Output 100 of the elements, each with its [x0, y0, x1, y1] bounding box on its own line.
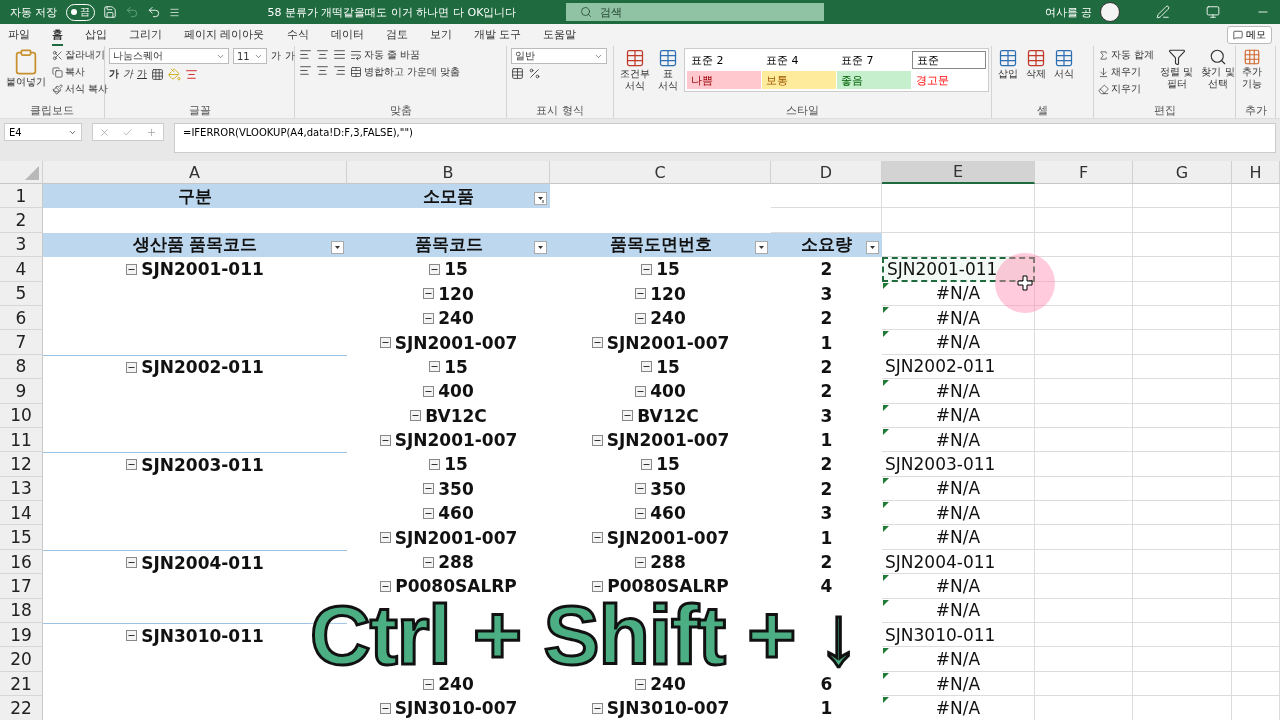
row-header[interactable]: 22: [0, 696, 43, 720]
row-header[interactable]: 5: [0, 281, 43, 306]
cell-style[interactable]: 표준: [912, 51, 986, 69]
collapse-icon[interactable]: [635, 288, 647, 300]
collapse-icon[interactable]: [423, 312, 435, 324]
dropdown-button[interactable]: [755, 241, 768, 255]
add-ins-button[interactable]: 추가 기능: [1240, 48, 1264, 90]
name-box[interactable]: E4: [4, 123, 82, 141]
dropdown-button[interactable]: [866, 241, 879, 255]
row-header[interactable]: 13: [0, 476, 43, 502]
collapse-icon[interactable]: [380, 580, 392, 592]
collapse-icon[interactable]: [429, 361, 441, 373]
collapse-icon[interactable]: [592, 580, 604, 592]
menu-tab[interactable]: 파일: [8, 24, 30, 46]
row-header[interactable]: 17: [0, 574, 43, 599]
align-middle-icon[interactable]: [316, 48, 329, 61]
memo-button[interactable]: 메모: [1227, 26, 1272, 44]
collapse-icon[interactable]: [410, 410, 422, 422]
insert-button[interactable]: 삽입: [996, 48, 1020, 80]
dropdown-button[interactable]: [331, 241, 344, 255]
row-header[interactable]: 8: [0, 354, 43, 380]
column-header[interactable]: A: [43, 161, 347, 184]
collapse-icon[interactable]: [423, 556, 435, 568]
dropdown-button[interactable]: [534, 241, 547, 255]
fill-color-icon[interactable]: [168, 67, 181, 81]
collapse-icon[interactable]: [126, 630, 138, 642]
row-header[interactable]: 1: [0, 184, 43, 209]
merge-center-button[interactable]: 병합하고 가운데 맞춤: [350, 65, 461, 79]
sort-filter-button[interactable]: 정렬 및 필터: [1158, 48, 1196, 90]
collapse-icon[interactable]: [423, 288, 435, 300]
row-header[interactable]: 21: [0, 671, 43, 697]
pen-icon[interactable]: [1156, 5, 1170, 19]
filter-button[interactable]: [534, 192, 547, 206]
undo-icon[interactable]: [146, 5, 161, 19]
underline-button[interactable]: 가: [137, 67, 147, 81]
column-header[interactable]: B: [347, 161, 550, 184]
collapse-icon[interactable]: [429, 263, 441, 275]
menu-tab[interactable]: 개발 도구: [473, 24, 521, 46]
format-as-table-button[interactable]: 표 서식: [656, 48, 680, 92]
row-header[interactable]: 6: [0, 305, 43, 331]
percent-icon[interactable]: [528, 67, 541, 80]
display-icon[interactable]: [1206, 5, 1220, 19]
collapse-icon[interactable]: [379, 434, 391, 446]
number-format-field[interactable]: 일반: [511, 48, 607, 64]
column-header[interactable]: D: [771, 161, 882, 184]
align-left-icon[interactable]: [299, 64, 312, 77]
shrink-font-button[interactable]: 가: [285, 49, 295, 63]
menu-tab[interactable]: 보기: [429, 24, 452, 46]
collapse-icon[interactable]: [423, 507, 435, 519]
collapse-icon[interactable]: [423, 483, 435, 495]
wrap-text-button[interactable]: 자동 줄 바꿈: [350, 48, 461, 62]
row-header[interactable]: 2: [0, 208, 43, 233]
row-header[interactable]: 20: [0, 647, 43, 672]
row-header[interactable]: 12: [0, 452, 43, 477]
format-button[interactable]: 서식: [1052, 48, 1076, 80]
menu-tab[interactable]: 페이지 레이아웃: [184, 24, 265, 46]
align-top-icon[interactable]: [299, 48, 312, 61]
collapse-icon[interactable]: [126, 263, 138, 275]
delete-button[interactable]: 삭제: [1024, 48, 1048, 80]
column-header[interactable]: H: [1232, 161, 1280, 184]
row-header[interactable]: 10: [0, 403, 43, 428]
cut-button[interactable]: 잘라내기: [52, 48, 109, 62]
conditional-format-button[interactable]: 조건부 서식: [618, 48, 652, 92]
collapse-icon[interactable]: [423, 385, 435, 397]
column-header[interactable]: G: [1133, 161, 1232, 184]
collapse-icon[interactable]: [379, 337, 391, 349]
row-header[interactable]: 7: [0, 330, 43, 355]
row-header[interactable]: 3: [0, 232, 43, 258]
clear-button[interactable]: 지우기: [1098, 82, 1155, 96]
find-select-button[interactable]: 찾기 및 선택: [1199, 48, 1237, 90]
collapse-icon[interactable]: [641, 361, 653, 373]
cell-style[interactable]: 나쁨: [687, 71, 761, 89]
collapse-icon[interactable]: [379, 532, 391, 544]
italic-button[interactable]: 가: [123, 67, 133, 81]
collapse-icon[interactable]: [622, 410, 634, 422]
menu-tab[interactable]: 삽입: [85, 24, 107, 46]
row-header[interactable]: 9: [0, 379, 43, 404]
align-right-icon[interactable]: [333, 64, 346, 77]
borders-icon[interactable]: [151, 67, 164, 81]
check-icon[interactable]: [122, 126, 134, 138]
align-center-icon[interactable]: [316, 64, 329, 77]
autosum-button[interactable]: 자동 합계: [1098, 48, 1155, 62]
collapse-icon[interactable]: [591, 532, 603, 544]
row-header[interactable]: 19: [0, 623, 43, 648]
avatar[interactable]: [1100, 2, 1120, 22]
cell-style[interactable]: 좋음: [837, 71, 911, 89]
collapse-icon[interactable]: [641, 263, 653, 275]
collapse-icon[interactable]: [635, 556, 647, 568]
menu-tab[interactable]: 데이터: [330, 24, 364, 46]
collapse-icon[interactable]: [126, 459, 138, 471]
formula-field[interactable]: =IFERROR(VLOOKUP(A4,data!D:F,3,FALSE),""): [174, 123, 1276, 153]
collapse-icon[interactable]: [423, 678, 435, 690]
paste-button[interactable]: 붙여넣기: [4, 48, 48, 88]
row-header[interactable]: 14: [0, 501, 43, 526]
row-header[interactable]: 16: [0, 549, 43, 575]
fill-button[interactable]: 채우기: [1098, 65, 1155, 79]
grow-font-button[interactable]: 가: [271, 49, 281, 63]
collapse-icon[interactable]: [379, 702, 391, 714]
collapse-icon[interactable]: [126, 557, 138, 569]
column-header[interactable]: C: [550, 161, 771, 184]
